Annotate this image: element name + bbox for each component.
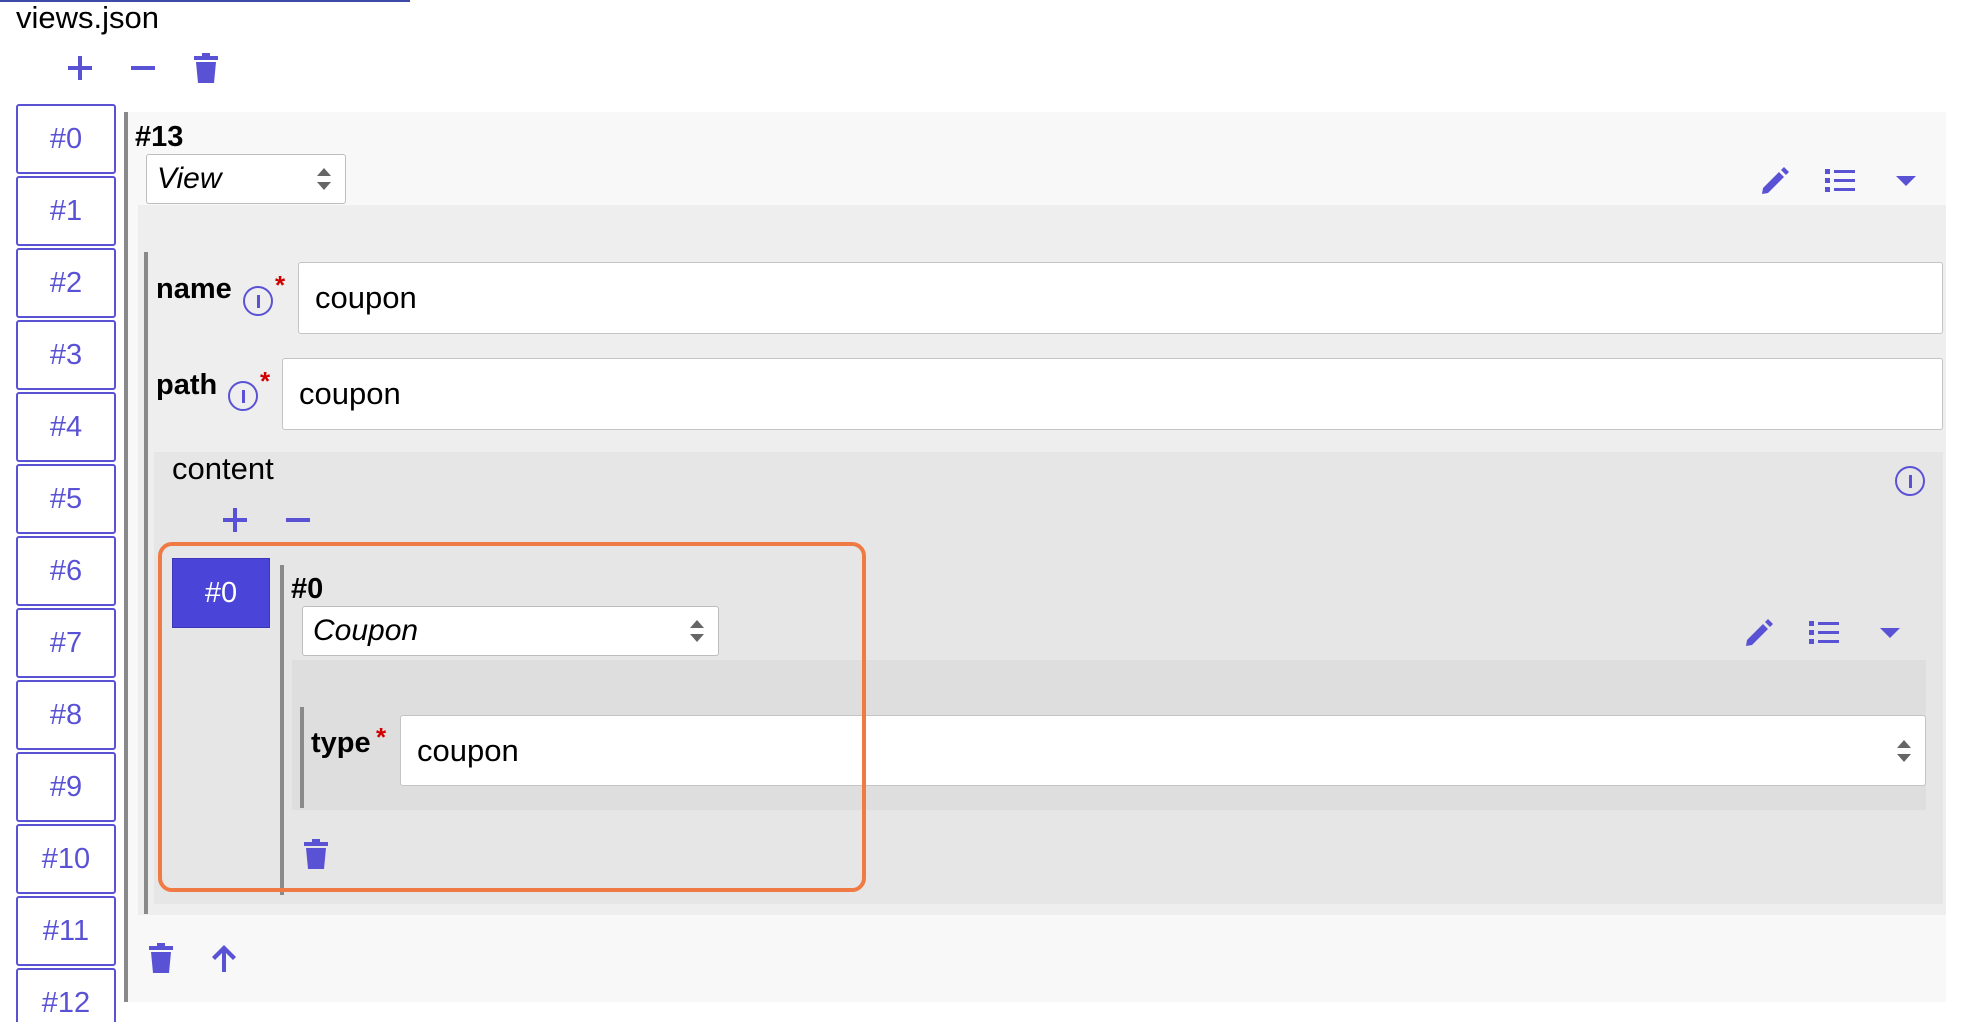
content-remove-button[interactable]	[283, 505, 313, 535]
select-arrows-icon	[1897, 740, 1911, 762]
name-info-icon[interactable]	[243, 286, 273, 316]
panel-border	[124, 112, 128, 1002]
item-delete-button[interactable]	[145, 940, 177, 976]
item-type-select[interactable]: View	[146, 154, 346, 204]
path-info-icon[interactable]	[228, 381, 258, 411]
trash-icon	[194, 53, 218, 83]
add-item-button[interactable]	[64, 52, 96, 84]
entry-properties-button[interactable]	[1806, 615, 1842, 651]
tab-1[interactable]: #1	[16, 176, 116, 246]
list-icon	[1809, 621, 1839, 644]
tab-2[interactable]: #2	[16, 248, 116, 318]
name-required-mark: *	[275, 270, 286, 300]
tab-12[interactable]: #12	[16, 968, 116, 1022]
select-arrows-icon	[317, 168, 331, 190]
caret-down-icon	[1880, 628, 1900, 638]
tab-9[interactable]: #9	[16, 752, 116, 822]
tab-5[interactable]: #5	[16, 464, 116, 534]
remove-item-button[interactable]	[127, 52, 159, 84]
edit-json-button[interactable]	[1756, 163, 1792, 199]
arrow-up-icon	[212, 945, 236, 972]
properties-button[interactable]	[1822, 163, 1858, 199]
tab-4[interactable]: #4	[16, 392, 116, 462]
tab-11[interactable]: #11	[16, 896, 116, 966]
item-type-value: View	[157, 162, 222, 195]
trash-icon	[149, 943, 173, 973]
pencil-icon	[1746, 619, 1773, 646]
collapse-button[interactable]	[1888, 163, 1924, 199]
content-add-button[interactable]	[220, 505, 250, 535]
highlight-box	[158, 542, 866, 892]
move-up-button[interactable]	[208, 940, 240, 976]
pencil-icon	[1762, 167, 1789, 194]
delete-all-button[interactable]	[190, 50, 222, 86]
item-tabs: #0 #1 #2 #3 #4 #5 #6 #7 #8 #9 #10 #11 #1…	[16, 104, 116, 1022]
plus-icon	[223, 508, 247, 532]
tab-6[interactable]: #6	[16, 536, 116, 606]
path-label: path	[156, 369, 218, 401]
entry-edit-json-button[interactable]	[1740, 615, 1776, 651]
minus-icon	[286, 518, 310, 522]
content-label: content	[172, 451, 274, 486]
content-info-icon[interactable]	[1895, 466, 1925, 496]
list-icon	[1825, 169, 1855, 192]
tab-10[interactable]: #10	[16, 824, 116, 894]
caret-down-icon	[1896, 176, 1916, 186]
item-heading: #13	[135, 121, 184, 153]
minus-icon	[131, 66, 155, 70]
path-required-mark: *	[260, 366, 271, 396]
entry-collapse-button[interactable]	[1872, 615, 1908, 651]
file-title: views.json	[16, 0, 159, 35]
path-input[interactable]: coupon	[282, 358, 1943, 430]
tab-0[interactable]: #0	[16, 104, 116, 174]
plus-icon	[68, 56, 92, 80]
properties-border	[144, 252, 148, 914]
name-label: name	[156, 273, 232, 305]
tab-7[interactable]: #7	[16, 608, 116, 678]
name-input[interactable]: coupon	[298, 262, 1943, 334]
tab-3[interactable]: #3	[16, 320, 116, 390]
tab-8[interactable]: #8	[16, 680, 116, 750]
